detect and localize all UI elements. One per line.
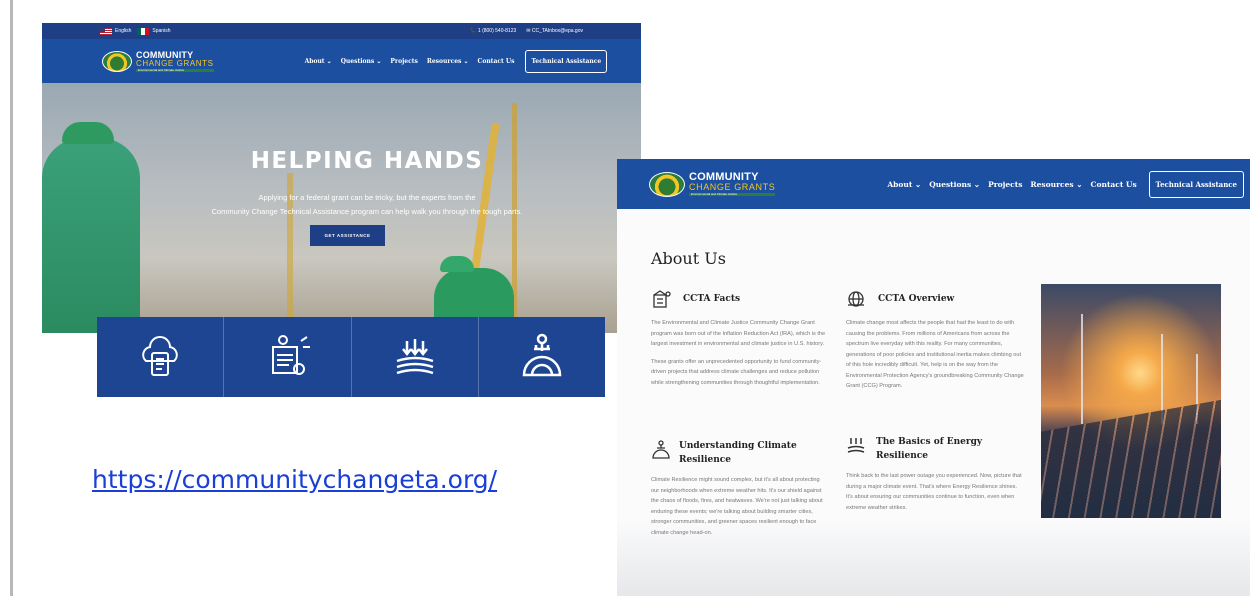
site-logo[interactable]: COMMUNITY CHANGE GRANTS Environmental an… [102, 50, 214, 72]
lang-english-label: English [115, 28, 132, 34]
main-navbar: COMMUNITY CHANGE GRANTS Environmental an… [617, 159, 1250, 209]
phone-text: 1 (800) 540-8123 [477, 28, 517, 34]
site-url-link[interactable]: https://communitychangeta.org/ [92, 465, 497, 494]
nav-resources[interactable]: Resources ⌄ [427, 58, 469, 65]
solar-panel-graphic [1041, 392, 1221, 518]
hero-title: HELPING HANDS [250, 148, 484, 174]
nav-menu: About ⌄ Questions ⌄ Projects Resources ⌄… [305, 58, 515, 65]
feature-cell[interactable] [479, 317, 605, 397]
logo-line3: Environmental and Climate Justice [689, 193, 776, 196]
feature-cell[interactable] [352, 317, 479, 397]
solar-wind-sunset-photo [1041, 284, 1221, 518]
ccta-facts-paragraph: These grants offer an unprecedented oppo… [651, 358, 822, 386]
nav-menu: About ⌄ Questions ⌄ Projects Resources ⌄… [887, 180, 1136, 189]
mexico-flag-icon [137, 27, 150, 35]
ccta-facts-block: CCTA Facts The Environmental and Climate… [651, 292, 826, 395]
wind-turbine-graphic [1081, 314, 1083, 424]
lang-spanish-label: Spanish [152, 28, 171, 34]
logo-line3: Environmental and Climate Justice [136, 68, 214, 72]
energy-resilience-icon [396, 339, 434, 375]
get-assistance-button[interactable]: GET ASSISTANCE [310, 225, 385, 246]
ccta-overview-title: CCTA Overview [878, 294, 955, 304]
energy-resilience-block: The Basics of Energy Resilience Think ba… [846, 435, 1024, 520]
left-divider [10, 0, 13, 596]
main-navbar: COMMUNITY CHANGE GRANTS Environmental an… [42, 39, 641, 83]
nav-projects[interactable]: Projects [988, 180, 1022, 189]
logo-line2: CHANGE GRANTS [136, 58, 214, 68]
energy-resilience-paragraph: Think back to the last power outage you … [846, 473, 1022, 511]
logo-emblem-icon [102, 50, 132, 72]
feature-cell[interactable] [97, 317, 225, 397]
email-text: CC_TAInbox@epa.gov [531, 28, 583, 34]
energy-resilience-title: The Basics of Energy Resilience [876, 437, 983, 461]
homepage-screenshot: English Spanish 📞 1 (800) 540-8123 ✉ CC_… [42, 23, 641, 403]
community-cloud-icon [142, 336, 178, 376]
hero-subtitle-line2: Community Change Technical Assistance pr… [211, 207, 523, 216]
top-bar: English Spanish 📞 1 (800) 540-8123 ✉ CC_… [42, 23, 641, 39]
ccta-facts-paragraph: The Environmental and Climate Justice Co… [651, 320, 826, 347]
ccta-overview-block: CCTA Overview Climate change most affect… [846, 292, 1024, 399]
feature-icon-band [97, 317, 605, 397]
climate-resilience-block: Understanding Climate Resilience Climate… [651, 439, 829, 545]
logo-emblem-icon [649, 171, 685, 197]
climate-resilience-paragraph: Climate Resilience might sound complex, … [651, 477, 823, 536]
climate-resilience-icon [522, 333, 562, 377]
logo-line2: CHANGE GRANTS [689, 182, 776, 192]
nav-resources[interactable]: Resources ⌄ [1030, 180, 1082, 189]
ccta-facts-title: CCTA Facts [683, 294, 741, 304]
hero-banner: HELPING HANDS Applying for a federal gra… [42, 83, 641, 333]
hero-subtitle-line1: Applying for a federal grant can be tric… [258, 193, 476, 202]
grant-document-icon [272, 335, 311, 375]
phone-link[interactable]: 📞 1 (800) 540-8123 [470, 28, 516, 34]
page-title: About Us [651, 249, 726, 268]
site-logo[interactable]: COMMUNITY CHANGE GRANTS Environmental an… [649, 171, 776, 197]
technical-assistance-button[interactable]: Technical Assistance [525, 49, 608, 73]
nav-questions[interactable]: Questions ⌄ [341, 58, 382, 65]
us-flag-icon [100, 27, 112, 35]
email-link[interactable]: ✉ CC_TAInbox@epa.gov [526, 28, 583, 34]
ccta-overview-paragraph: Climate change most affects the people t… [846, 320, 1024, 389]
nav-questions[interactable]: Questions ⌄ [929, 180, 980, 189]
nav-projects[interactable]: Projects [390, 58, 417, 65]
hero-subtitle: Applying for a federal grant can be tric… [137, 191, 597, 219]
nav-contact-us[interactable]: Contact Us [1091, 180, 1137, 189]
climate-resilience-title: Understanding Climate Resilience [679, 441, 797, 465]
nav-contact-us[interactable]: Contact Us [478, 58, 515, 65]
feature-cell[interactable] [224, 317, 352, 397]
language-english[interactable]: English [100, 27, 132, 35]
nav-about[interactable]: About ⌄ [887, 180, 921, 189]
language-spanish[interactable]: Spanish [137, 27, 171, 35]
nav-about[interactable]: About ⌄ [305, 58, 332, 65]
about-page-screenshot: COMMUNITY CHANGE GRANTS Environmental an… [617, 159, 1250, 596]
technical-assistance-button[interactable]: Technical Assistance [1148, 170, 1245, 198]
